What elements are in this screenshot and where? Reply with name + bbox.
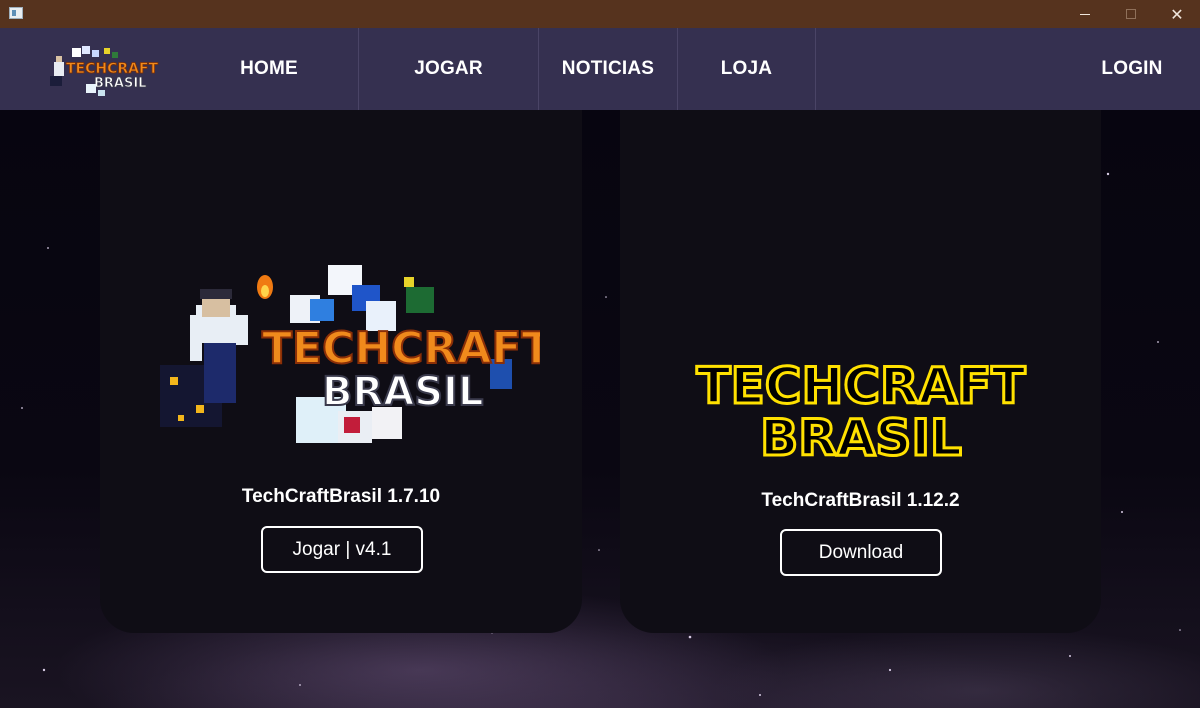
minimize-button[interactable] xyxy=(1062,0,1108,28)
server-title: TechCraftBrasil 1.7.10 xyxy=(241,486,441,507)
svg-text:TECHCRAFT: TECHCRAFT xyxy=(697,357,1026,415)
close-icon: ✕ xyxy=(1170,4,1184,24)
main-content: TECHCRAFT BRASIL TechCraftBrasil 1.7.10 … xyxy=(0,110,1200,708)
minimize-icon xyxy=(1080,13,1090,15)
techcraft-brasil-logo-art: TECHCRAFT BRASIL xyxy=(160,265,540,443)
nav-noticias[interactable]: NOTICIAS xyxy=(538,28,677,110)
site-logo[interactable]: TECHCRAFT BRASIL xyxy=(46,42,160,98)
server-title: TechCraftBrasil 1.12.2 xyxy=(761,490,960,511)
server-card-1-12-2: TECHCRAFT BRASIL TechCraftBrasil 1.12.2 … xyxy=(620,110,1101,633)
server-card-1-7-10: TECHCRAFT BRASIL TechCraftBrasil 1.7.10 … xyxy=(100,110,582,633)
app-window-icon xyxy=(9,7,23,19)
svg-text:TECHCRAFT: TECHCRAFT xyxy=(262,323,540,374)
window-titlebar: ✕ xyxy=(0,0,1200,28)
svg-text:BRASIL: BRASIL xyxy=(94,76,146,91)
play-button[interactable]: Jogar | v4.1 xyxy=(261,526,423,573)
nav-login[interactable]: LOGIN xyxy=(1080,28,1184,110)
top-navigation: TECHCRAFT BRASIL HOME JOGAR NOTICIAS LOJ… xyxy=(0,28,1200,110)
svg-text:BRASIL: BRASIL xyxy=(760,409,962,465)
techcraft-brasil-yellow-logo: TECHCRAFT BRASIL xyxy=(695,356,1027,466)
close-button[interactable]: ✕ xyxy=(1154,0,1200,28)
svg-text:TECHCRAFT: TECHCRAFT xyxy=(66,61,159,77)
nav-jogar[interactable]: JOGAR xyxy=(358,28,538,110)
download-button[interactable]: Download xyxy=(780,529,942,576)
nav-loja[interactable]: LOJA xyxy=(677,28,816,110)
svg-text:BRASIL: BRASIL xyxy=(322,369,483,415)
maximize-icon xyxy=(1126,9,1136,19)
maximize-button[interactable] xyxy=(1108,0,1154,28)
nav-home[interactable]: HOME xyxy=(180,28,358,110)
